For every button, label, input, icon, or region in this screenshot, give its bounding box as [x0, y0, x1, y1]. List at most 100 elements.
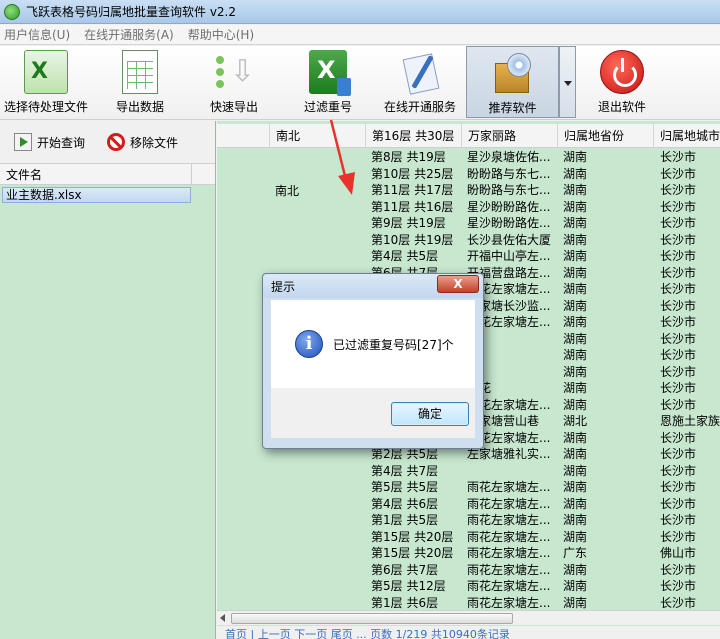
city-cell: 长沙市 [660, 265, 697, 280]
floor-cell: 第9层 共19层 [371, 216, 446, 230]
column-header-south-north[interactable]: 南北 [269, 124, 369, 148]
start-query-button[interactable]: 开始查询 [14, 133, 85, 151]
floor-cell: 第11层 共16层 [371, 199, 454, 214]
pager[interactable]: 首页 | 上一页 下一页 尾页 ... 页数 1/219 共10940条记录 [217, 626, 720, 639]
table-row[interactable]: 第4层 共5层 开福中山亭左... 湖南 长沙市 [217, 248, 720, 265]
city-cell: 长沙市 [660, 579, 697, 593]
floor-cell: 第1层 共6层 [371, 595, 439, 610]
address-cell: 长沙县佐佑大厦 [467, 232, 552, 247]
table-row[interactable]: 第1层 共6层 雨花左家塘左... 湖南 长沙市 [217, 595, 720, 612]
city-cell: 长沙市 [660, 364, 697, 379]
floor-cell: 第11层 共17层 [371, 183, 454, 197]
recommend-software-label: 推荐软件 [488, 101, 537, 115]
city-cell: 长沙市 [660, 397, 697, 412]
column-header-floor[interactable]: 第16层 共30层 [365, 124, 463, 148]
grid-header: 南北 第16层 共30层 万家丽路 归属地省份 归属地城市 [217, 124, 720, 148]
menu-user-info[interactable]: 用户信息(U) [4, 26, 70, 43]
start-query-label: 开始查询 [37, 135, 86, 150]
address-cell: 雨花左家塘左... [467, 546, 551, 560]
toolbar: 选择待处理文件 导出数据 快速导出 过滤重号 在线开通服务 推荐软件 退出软件 [0, 46, 720, 120]
table-row[interactable]: 第11层 共17层 盼盼路与东七... 湖南 长沙市 [217, 182, 720, 199]
province-cell: 广东 [563, 546, 588, 560]
address-cell: 盼盼路与东七... [467, 183, 551, 197]
city-cell: 长沙市 [660, 331, 697, 346]
province-cell: 湖南 [563, 364, 588, 379]
file-list-item[interactable]: 业主数据.xlsx [2, 187, 191, 203]
scrollbar-thumb[interactable] [231, 613, 513, 624]
filter-duplicates-button[interactable]: 过滤重号 [298, 46, 358, 118]
table-row[interactable]: 第4层 共7层 湖南 长沙市 [217, 463, 720, 480]
online-service-button[interactable]: 在线开通服务 [380, 46, 460, 118]
city-cell: 长沙市 [660, 480, 697, 494]
province-cell: 湖南 [563, 447, 588, 461]
select-file-label: 选择待处理文件 [4, 100, 89, 114]
ok-button[interactable]: 确定 [391, 402, 469, 426]
excel-filter-icon [309, 50, 351, 96]
city-cell: 长沙市 [660, 447, 697, 461]
floor-cell: 第4层 共5层 [371, 249, 439, 263]
table-row[interactable]: 第15层 共20层 雨花左家塘左... 湖南 长沙市 [217, 529, 720, 546]
address-cell: 星沙泉塘佐佑... [467, 150, 551, 164]
recommend-software-button[interactable]: 推荐软件 [466, 46, 559, 118]
province-cell: 湖南 [563, 199, 588, 214]
province-cell: 湖南 [563, 232, 588, 247]
province-cell: 湖南 [563, 216, 588, 230]
menu-help-center[interactable]: 帮助中心(H) [188, 26, 254, 43]
city-cell: 长沙市 [660, 381, 697, 395]
table-row[interactable]: 第5层 共12层 雨花左家塘左... 湖南 长沙市 [217, 578, 720, 595]
city-cell: 长沙市 [660, 232, 697, 247]
app-icon [4, 3, 20, 20]
select-file-button[interactable]: 选择待处理文件 [4, 46, 88, 118]
address-cell: 雨花左家塘左... [467, 513, 551, 527]
quick-export-icon [212, 50, 256, 94]
remove-file-label: 移除文件 [130, 135, 179, 150]
table-row[interactable]: 第9层 共19层 星沙盼盼路佐... 湖南 长沙市 [217, 215, 720, 232]
city-cell: 长沙市 [660, 348, 697, 362]
province-cell: 湖南 [563, 496, 588, 511]
column-header-province[interactable]: 归属地省份 [557, 124, 655, 148]
recommend-dropdown-arrow[interactable] [559, 46, 576, 118]
dialog-footer: 确定 [271, 388, 475, 438]
city-cell: 长沙市 [660, 298, 697, 313]
scroll-left-icon[interactable] [220, 614, 225, 622]
province-cell: 湖南 [563, 513, 588, 527]
exit-software-button[interactable]: 退出软件 [592, 46, 652, 118]
menu-online-service[interactable]: 在线开通服务(A) [84, 26, 174, 43]
city-cell: 长沙市 [660, 166, 697, 181]
software-box-icon [491, 51, 535, 95]
export-data-button[interactable]: 导出数据 [110, 46, 170, 118]
remove-file-button[interactable]: 移除文件 [107, 133, 178, 151]
quick-export-button[interactable]: 快速导出 [204, 46, 264, 118]
no-entry-icon [107, 133, 126, 151]
table-row[interactable]: 第10层 共19层 长沙县佐佑大厦 湖南 长沙市 [217, 232, 720, 249]
file-name-column-header[interactable]: 文件名 [0, 164, 192, 184]
column-header-address[interactable]: 万家丽路 [461, 124, 559, 148]
floor-cell: 第15层 共20层 [371, 529, 454, 544]
table-row[interactable]: 第5层 共5层 雨花左家塘左... 湖南 长沙市 [217, 479, 720, 496]
province-cell: 湖南 [563, 282, 588, 296]
info-icon: i [295, 330, 323, 358]
dialog-close-button[interactable]: X [437, 275, 479, 293]
address-cell: 雨花左家塘左... [467, 529, 551, 544]
horizontal-scrollbar[interactable] [217, 610, 720, 625]
column-header-city[interactable]: 归属地城市 [653, 124, 720, 148]
spreadsheet-icon [122, 50, 158, 94]
address-cell: 雨花左家塘左... [467, 562, 551, 577]
address-cell: 盼盼路与东七... [467, 166, 551, 181]
table-row[interactable]: 第1层 共5层 雨花左家塘左... 湖南 长沙市 [217, 512, 720, 529]
city-cell: 恩施土家族苗 [660, 414, 720, 428]
table-row[interactable]: 第10层 共25层 盼盼路与东七... 湖南 长沙市 [217, 166, 720, 183]
province-cell: 湖南 [563, 529, 588, 544]
table-row[interactable]: 第6层 共7层 雨花左家塘左... 湖南 长沙市 [217, 562, 720, 579]
table-row[interactable]: 第15层 共20层 雨花左家塘左... 广东 佛山市 [217, 545, 720, 562]
address-cell: 雨花左家塘左... [467, 496, 551, 511]
table-row[interactable]: 第4层 共6层 雨花左家塘左... 湖南 长沙市 [217, 496, 720, 513]
table-row[interactable]: 第11层 共16层 星沙盼盼路佐... 湖南 长沙市 [217, 199, 720, 216]
province-cell: 湖北 [563, 414, 588, 428]
province-cell: 湖南 [563, 298, 588, 313]
table-row[interactable]: 第8层 共19层 星沙泉塘佐佑... 湖南 长沙市 [217, 149, 720, 166]
city-cell: 长沙市 [660, 199, 697, 214]
address-cell: 雨花左家塘左... [467, 480, 551, 494]
province-cell: 湖南 [563, 315, 588, 329]
province-cell: 湖南 [563, 381, 588, 395]
